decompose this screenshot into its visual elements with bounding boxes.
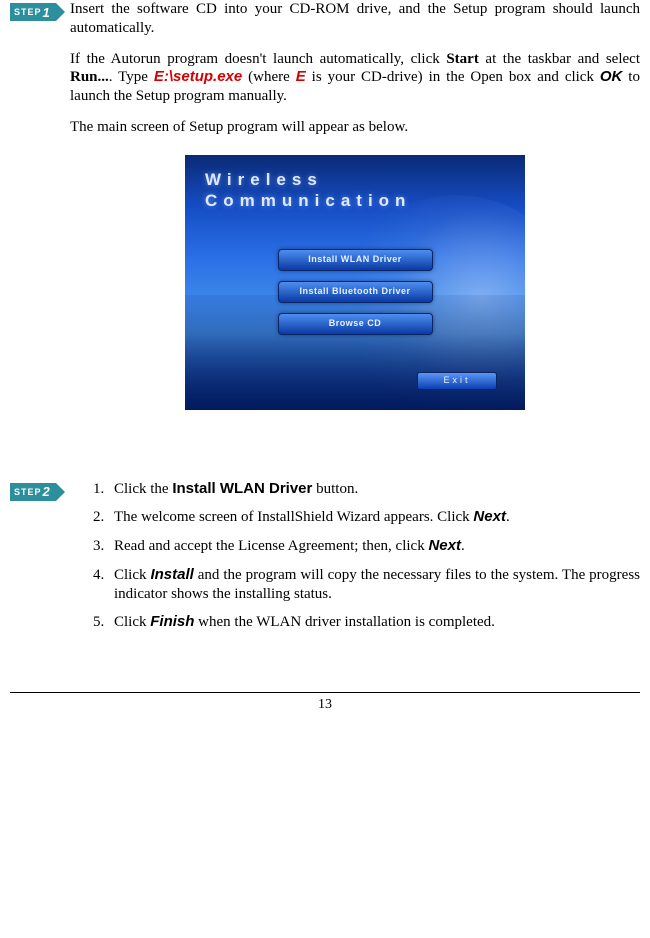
next-label: Next bbox=[473, 508, 506, 525]
finish-label: Finish bbox=[150, 613, 194, 630]
step1-p1: Insert the software CD into your CD-ROM … bbox=[70, 0, 640, 38]
step1-p2: If the Autorun program doesn't launch au… bbox=[70, 50, 640, 106]
step-prefix: STEP bbox=[14, 7, 42, 17]
step-number: 2 bbox=[43, 484, 51, 499]
installer-screenshot: Wireless Communication Install WLAN Driv… bbox=[185, 155, 525, 410]
step2-list: Click the Install WLAN Driver button. Th… bbox=[70, 480, 640, 643]
step1-block: STEP 1 Insert the software CD into your … bbox=[10, 0, 640, 410]
install-wlan-button[interactable]: Install WLAN Driver bbox=[278, 249, 433, 271]
installer-buttons: Install WLAN Driver Install Bluetooth Dr… bbox=[278, 249, 433, 335]
list-item: Click the Install WLAN Driver button. bbox=[108, 480, 640, 499]
next-label: Next bbox=[428, 537, 461, 554]
install-bluetooth-button[interactable]: Install Bluetooth Driver bbox=[278, 281, 433, 303]
step-prefix: STEP bbox=[14, 487, 42, 497]
installer-title: Wireless Communication bbox=[185, 155, 525, 212]
page-footer: 13 bbox=[10, 692, 640, 713]
setup-command: E:\setup.exe bbox=[154, 68, 242, 85]
drive-letter: E bbox=[296, 68, 306, 85]
step1-content: Insert the software CD into your CD-ROM … bbox=[70, 0, 640, 410]
page: STEP 1 Insert the software CD into your … bbox=[0, 0, 650, 642]
list-item: Click Finish when the WLAN driver instal… bbox=[108, 613, 640, 632]
ok-label: OK bbox=[600, 68, 623, 85]
install-label: Install bbox=[150, 566, 193, 583]
list-item: The welcome screen of InstallShield Wiza… bbox=[108, 508, 640, 527]
list-item: Read and accept the License Agreement; t… bbox=[108, 537, 640, 556]
page-number: 13 bbox=[318, 697, 332, 712]
step2-block: STEP 2 Click the Install WLAN Driver but… bbox=[10, 480, 640, 643]
step1-tag: STEP 1 bbox=[10, 3, 56, 21]
exit-button[interactable]: Exit bbox=[417, 372, 497, 390]
list-item: Click Install and the program will copy … bbox=[108, 566, 640, 604]
browse-cd-button[interactable]: Browse CD bbox=[278, 313, 433, 335]
step1-p3: The main screen of Setup program will ap… bbox=[70, 118, 640, 137]
step2-tag: STEP 2 bbox=[10, 483, 56, 501]
install-wlan-label: Install WLAN Driver bbox=[172, 480, 312, 497]
step-number: 1 bbox=[43, 5, 51, 20]
